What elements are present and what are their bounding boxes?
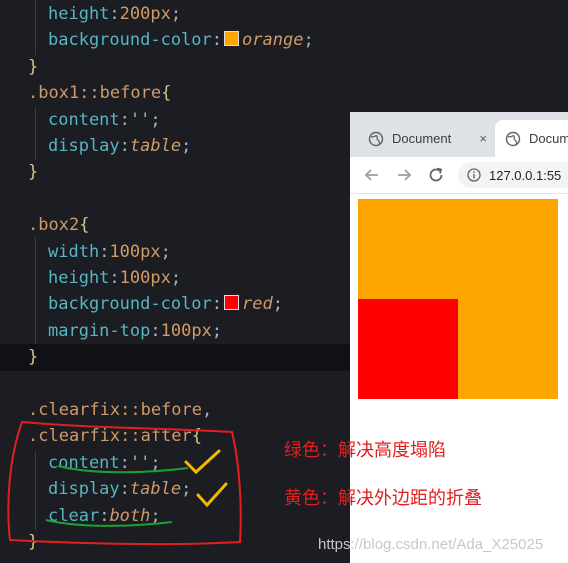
watermark: https://blog.csdn.net/Ada_X25025 xyxy=(318,536,544,553)
green-underline-clear xyxy=(45,519,173,527)
check-icon xyxy=(196,482,228,508)
green-underline-content xyxy=(57,465,189,474)
annotation-overlay xyxy=(7,420,242,546)
check-icon xyxy=(184,449,221,475)
